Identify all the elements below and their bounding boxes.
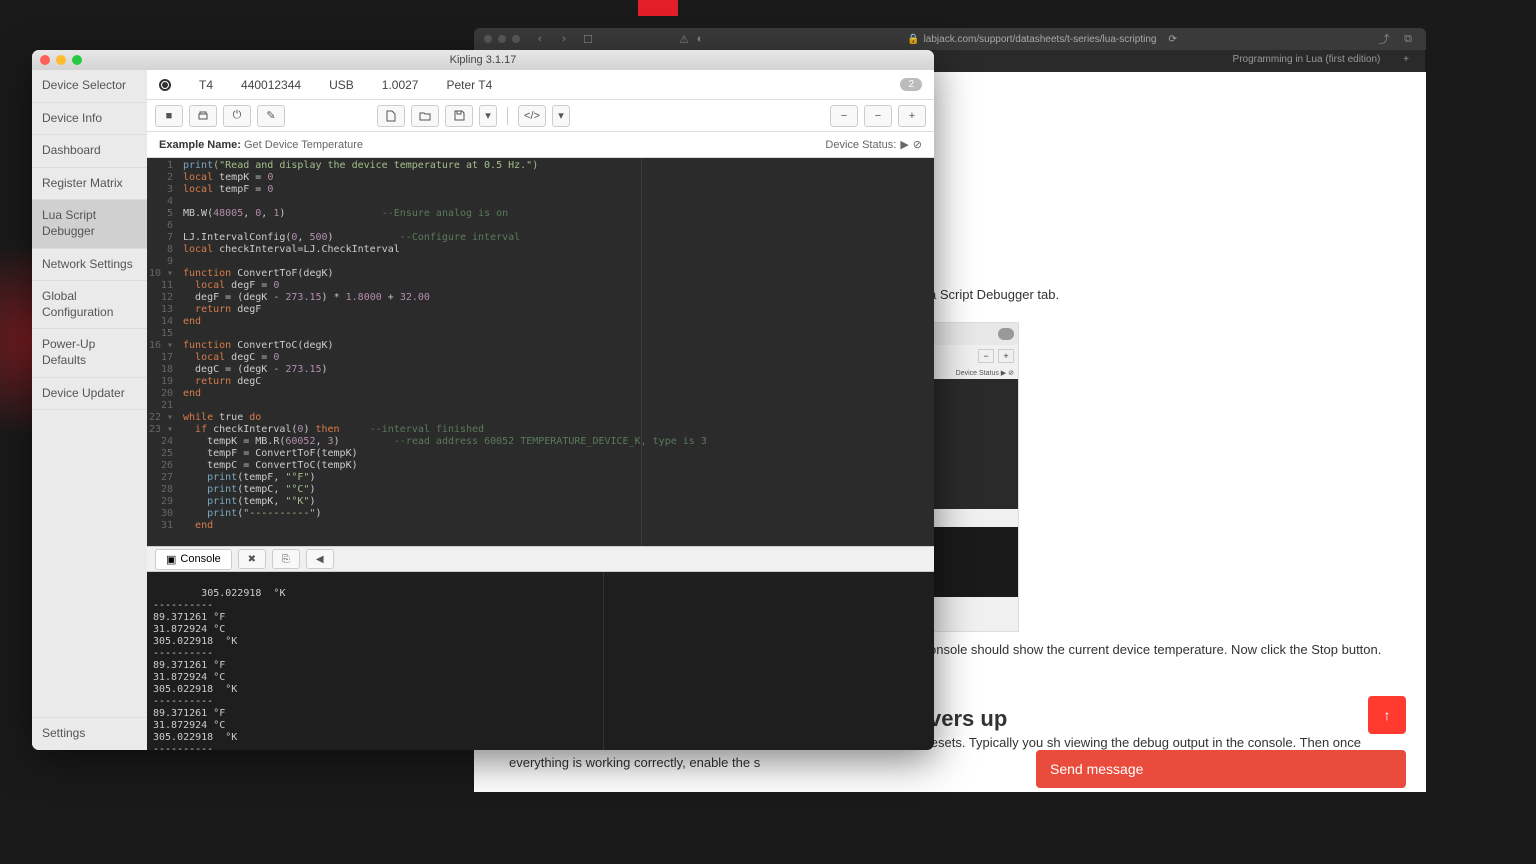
console-copy-button[interactable]: ⎘ xyxy=(272,549,300,569)
terminal-icon: ▣ xyxy=(166,553,176,566)
print-button[interactable] xyxy=(189,105,217,127)
sidebar-item-dashboard[interactable]: Dashboard xyxy=(32,135,147,168)
open-folder-button[interactable] xyxy=(411,105,439,127)
back-icon[interactable]: ‹ xyxy=(532,32,548,46)
zoom-reset-button[interactable]: − xyxy=(864,105,892,127)
minimize-icon[interactable] xyxy=(498,35,506,43)
window-title: Kipling 3.1.17 xyxy=(32,54,934,66)
sidebar-item-device-updater[interactable]: Device Updater xyxy=(32,378,147,411)
minus-icon: − xyxy=(978,349,994,363)
arrow-up-icon: ↑ xyxy=(1384,707,1391,723)
line-gutter: 1 2 3 4 5 6 7 8 9 10 ▾ 11 12 13 14 15 16… xyxy=(147,158,179,546)
window-titlebar[interactable]: Kipling 3.1.17 xyxy=(32,50,934,70)
tab-lua-book[interactable]: Programming in Lua (first edition) + xyxy=(1217,50,1426,72)
main-panel: T4 440012344 USB 1.0027 Peter T4 2 ■ ⏻ ✎… xyxy=(147,70,934,750)
sidebar-item-settings[interactable]: Settings xyxy=(32,717,147,750)
stop-button[interactable]: ■ xyxy=(155,105,183,127)
code-editor[interactable]: 1 2 3 4 5 6 7 8 9 10 ▾ 11 12 13 14 15 16… xyxy=(147,158,934,546)
console-clear-button[interactable]: ✖ xyxy=(238,549,266,569)
url-bar[interactable]: 🔒 labjack.com/support/datasheets/t-serie… xyxy=(708,34,1376,45)
stop-status-icon: ⊘ xyxy=(913,138,922,151)
plus-icon: + xyxy=(998,349,1014,363)
sidebar-item-lua-debugger[interactable]: Lua Script Debugger xyxy=(32,200,147,248)
device-radio[interactable] xyxy=(159,79,171,91)
zoom-in-button[interactable]: + xyxy=(898,105,926,127)
sidebar-item-powerup-defaults[interactable]: Power-Up Defaults xyxy=(32,329,147,377)
refresh-icon[interactable]: ⟳ xyxy=(1168,34,1176,45)
device-serial: 440012344 xyxy=(241,78,301,92)
device-status-label: Device Status: xyxy=(825,139,896,151)
maximize-icon[interactable] xyxy=(512,35,520,43)
console-output[interactable]: 305.022918 °K ---------- 89.371261 °F 31… xyxy=(147,572,934,750)
forward-icon[interactable]: › xyxy=(556,32,572,46)
device-name: T4 xyxy=(199,78,213,92)
lock-icon: 🔒 xyxy=(907,34,919,45)
page-text-fragment: onsole should show the current device te… xyxy=(929,642,1381,657)
play-icon[interactable]: ▶ xyxy=(900,138,908,151)
device-firmware: 1.0027 xyxy=(382,78,419,92)
kipling-window: Kipling 3.1.17 Device Selector Device In… xyxy=(32,50,934,750)
device-connection: USB xyxy=(329,78,354,92)
new-file-button[interactable] xyxy=(377,105,405,127)
tabs-icon[interactable]: ⧉ xyxy=(1400,32,1416,46)
console-back-button[interactable]: ◀ xyxy=(306,549,334,569)
url-text: labjack.com/support/datasheets/t-series/… xyxy=(924,34,1157,45)
shield-icon[interactable]: ◐ xyxy=(692,32,708,46)
section-heading: vers up xyxy=(929,706,1007,732)
sidebar-item-device-selector[interactable]: Device Selector xyxy=(32,70,147,103)
new-tab-icon[interactable]: + xyxy=(1403,54,1409,65)
power-button[interactable]: ⏻ xyxy=(223,105,251,127)
sidebar-item-global-config[interactable]: Global Configuration xyxy=(32,281,147,329)
send-message-button[interactable]: Send message xyxy=(1036,750,1406,788)
save-button[interactable] xyxy=(445,105,473,127)
share-icon[interactable]: ⤴ xyxy=(1376,32,1392,46)
sidebar-item-device-info[interactable]: Device Info xyxy=(32,103,147,136)
page-accent xyxy=(638,0,678,16)
example-name: Get Device Temperature xyxy=(244,139,363,151)
sidebar: Device Selector Device Info Dashboard Re… xyxy=(32,70,147,750)
close-icon[interactable] xyxy=(484,35,492,43)
warning-icon[interactable]: ⚠ xyxy=(676,32,692,46)
device-count-badge: 2 xyxy=(900,78,922,91)
sidebar-item-network-settings[interactable]: Network Settings xyxy=(32,249,147,282)
device-infobar: T4 440012344 USB 1.0027 Peter T4 2 xyxy=(147,70,934,100)
code-button[interactable]: </> xyxy=(518,105,546,127)
wrench-button[interactable]: ✎ xyxy=(257,105,285,127)
browser-toolbar: ‹ › ☐ ⚠ ◐ 🔒 labjack.com/support/datashee… xyxy=(474,28,1426,50)
page-text-fragment: a Script Debugger tab. xyxy=(929,287,1059,302)
code-content[interactable]: print("Read and display the device tempe… xyxy=(179,158,934,546)
kipling-screenshot-thumb: − + Device Status ▶ ⊘ xyxy=(929,322,1019,632)
thumb-status: Device Status ▶ ⊘ xyxy=(930,367,1018,379)
zoom-out-button[interactable]: − xyxy=(830,105,858,127)
sidebar-icon[interactable]: ☐ xyxy=(580,32,596,46)
example-info-row: Example Name: Get Device Temperature Dev… xyxy=(147,132,934,158)
device-user: Peter T4 xyxy=(446,78,492,92)
badge-icon xyxy=(998,328,1014,340)
console-toolbar: ▣Console ✖ ⎘ ◀ xyxy=(147,546,934,572)
console-tab[interactable]: ▣Console xyxy=(155,549,232,570)
editor-toolbar: ■ ⏻ ✎ ▾ </> ▾ − − + xyxy=(147,100,934,132)
save-dropdown[interactable]: ▾ xyxy=(479,105,497,127)
example-label: Example Name: xyxy=(159,139,241,151)
code-dropdown[interactable]: ▾ xyxy=(552,105,570,127)
browser-traffic-lights xyxy=(484,35,520,43)
scroll-top-button[interactable]: ↑ xyxy=(1368,696,1406,734)
sidebar-item-register-matrix[interactable]: Register Matrix xyxy=(32,168,147,201)
